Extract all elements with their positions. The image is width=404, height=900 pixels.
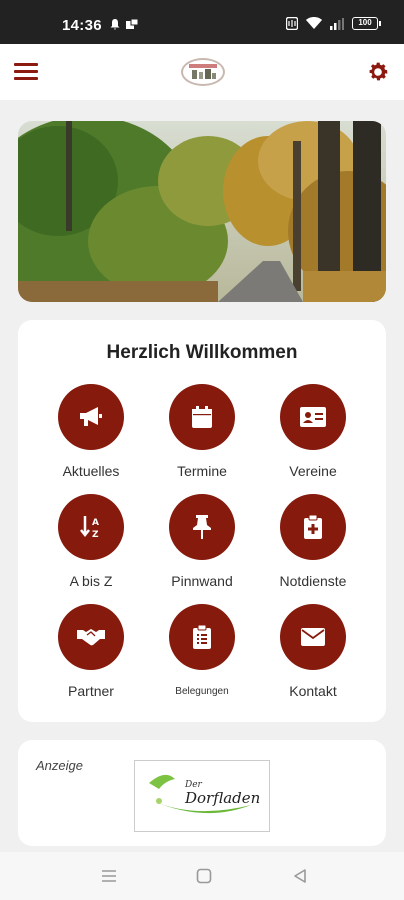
- svg-text:Z: Z: [92, 530, 99, 538]
- tile-label: Partner: [68, 683, 114, 699]
- home-icon[interactable]: [196, 868, 214, 884]
- welcome-card: Herzlich Willkommen Aktuelles Termine Ve…: [18, 320, 386, 722]
- status-right-icons: 100: [286, 17, 381, 30]
- tile-aktuelles[interactable]: Aktuelles: [36, 384, 146, 479]
- calendar-icon: [169, 384, 235, 450]
- notification-icons: [110, 19, 138, 30]
- back-icon[interactable]: [292, 868, 310, 884]
- tile-kontakt[interactable]: Kontakt: [258, 604, 368, 699]
- app-notification-icon: [126, 19, 138, 29]
- medical-clipboard-icon: [280, 494, 346, 560]
- hero-image: [18, 121, 386, 302]
- pushpin-icon: [169, 494, 235, 560]
- ad-logo-text: Dorfladen: [184, 789, 260, 807]
- ad-banner[interactable]: Der Dorfladen: [134, 760, 270, 832]
- tile-label: A bis Z: [69, 573, 113, 589]
- tile-label: Vereine: [289, 463, 337, 479]
- status-time: 14:36: [62, 17, 102, 34]
- tile-notdienste[interactable]: Notdienste: [258, 494, 368, 589]
- svg-text:A: A: [92, 518, 99, 528]
- tile-termine[interactable]: Termine: [147, 384, 257, 479]
- hamburger-menu-icon[interactable]: [14, 60, 38, 84]
- clipboard-list-icon: [169, 604, 235, 670]
- sort-alpha-icon: AZ: [58, 494, 124, 560]
- recent-apps-icon[interactable]: [100, 868, 118, 884]
- wifi-icon: [306, 17, 322, 29]
- battery-icon: 100: [352, 17, 381, 30]
- gear-icon[interactable]: [366, 60, 390, 84]
- tile-label: Kontakt: [289, 683, 337, 699]
- tile-belegungen[interactable]: Belegungen: [147, 604, 257, 697]
- ad-card: Anzeige Der Dorfladen: [18, 740, 386, 846]
- tile-label: Notdienste: [279, 573, 347, 589]
- envelope-icon: [280, 604, 346, 670]
- tile-vereine[interactable]: Vereine: [258, 384, 368, 479]
- signal-icon: [330, 17, 344, 30]
- welcome-title: Herzlich Willkommen: [106, 342, 298, 363]
- ad-label: Anzeige: [36, 758, 83, 773]
- tile-label: Termine: [177, 463, 227, 479]
- tile-partner[interactable]: Partner: [36, 604, 146, 699]
- tile-a-bis-z[interactable]: AZ A bis Z: [36, 494, 146, 589]
- app-bar: [0, 44, 404, 100]
- nfc-icon: [286, 17, 298, 30]
- tile-label: Belegungen: [175, 686, 229, 697]
- system-nav-bar: [0, 852, 404, 900]
- tile-label: Pinnwand: [171, 573, 233, 589]
- handshake-icon: [58, 604, 124, 670]
- tile-pinnwand[interactable]: Pinnwand: [147, 494, 257, 589]
- community-logo[interactable]: [181, 58, 225, 86]
- status-bar: 14:36 100: [0, 0, 404, 44]
- bell-icon: [110, 19, 120, 30]
- tile-label: Aktuelles: [62, 463, 120, 479]
- id-card-icon: [280, 384, 346, 450]
- megaphone-icon: [58, 384, 124, 450]
